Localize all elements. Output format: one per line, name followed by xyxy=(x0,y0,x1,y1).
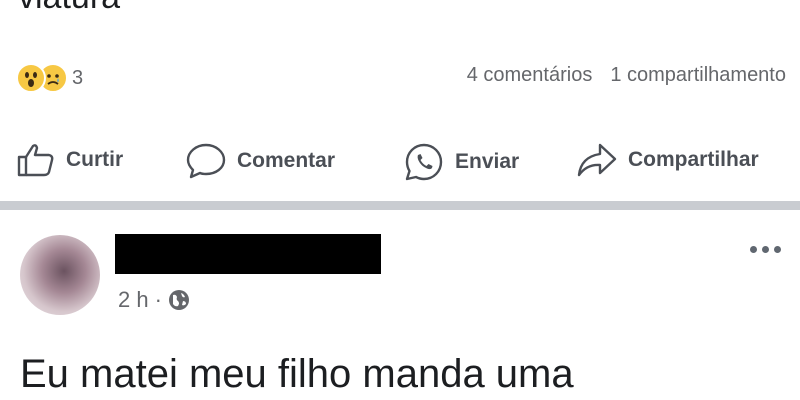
globe-icon xyxy=(168,290,189,310)
send-button[interactable]: Enviar xyxy=(403,142,519,182)
post-body-text: Eu matei meu filho manda uma xyxy=(20,352,574,396)
like-label: Curtir xyxy=(66,148,124,171)
comment-label: Comentar xyxy=(237,149,336,172)
comment-bubble-icon xyxy=(186,143,226,179)
reaction-count: 3 xyxy=(72,66,84,89)
more-dot-icon xyxy=(762,246,769,253)
redacted-author-name xyxy=(115,234,381,274)
post-timestamp[interactable]: 2 h xyxy=(118,287,149,313)
comments-count-link[interactable]: 4 comentários xyxy=(467,64,593,87)
more-dot-icon xyxy=(750,246,757,253)
post-action-bar: Curtir Comentar Enviar Compartilhar xyxy=(0,132,800,182)
like-button[interactable]: Curtir xyxy=(16,142,123,178)
more-dot-icon xyxy=(774,246,781,253)
send-label: Enviar xyxy=(455,150,520,173)
feed-divider xyxy=(0,201,800,210)
reactions-summary[interactable]: 3 xyxy=(16,60,83,96)
meta-separator: · xyxy=(154,287,162,312)
shares-count-link[interactable]: 1 compartilhamento xyxy=(610,64,786,87)
post-meta: 2 h · xyxy=(118,287,190,313)
engagement-counts: 4 comentários 1 compartilhamento xyxy=(467,64,786,87)
share-button[interactable]: Compartilhar xyxy=(576,142,759,178)
whatsapp-icon xyxy=(405,143,443,181)
share-arrow-icon xyxy=(577,143,617,177)
comment-button[interactable]: Comentar xyxy=(185,142,335,180)
share-label: Compartilhar xyxy=(628,148,759,171)
thumbs-up-icon xyxy=(17,144,54,177)
wow-reaction-icon xyxy=(16,63,46,93)
post-text-fragment: viatura xyxy=(18,0,120,17)
more-options-button[interactable] xyxy=(750,246,781,253)
author-avatar[interactable] xyxy=(20,235,100,315)
